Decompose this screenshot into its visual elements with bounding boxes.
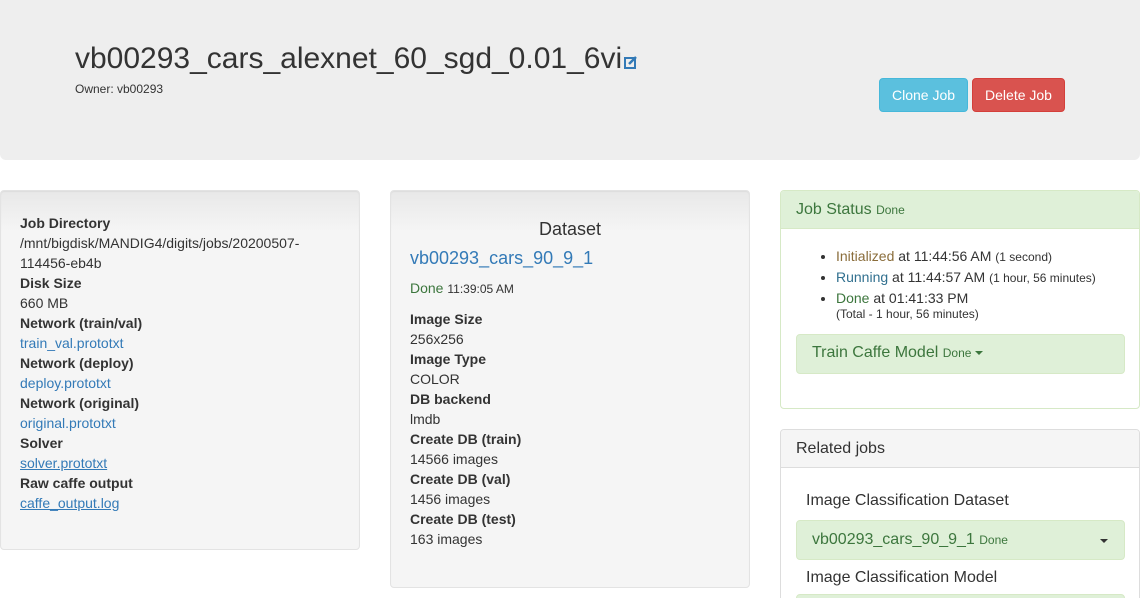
related-jobs-heading: Related jobs <box>781 430 1139 468</box>
clone-job-button[interactable]: Clone Job <box>879 78 968 112</box>
related-dataset-dropdown[interactable]: vb00293_cars_90_9_1 Done <box>796 520 1125 560</box>
network-deploy-label: Network (deploy) <box>20 355 134 371</box>
edit-icon[interactable] <box>624 55 638 69</box>
job-status-panel: Job Status Done Initialized at 11:44:56 … <box>780 190 1140 409</box>
status-done: Done at 01:41:33 PM <box>836 288 1096 308</box>
status-done-label: Done <box>836 290 870 306</box>
job-directory-label: Job Directory <box>20 215 111 231</box>
raw-caffe-output-label: Raw caffe output <box>20 475 133 491</box>
image-type-label: Image Type <box>410 351 486 367</box>
status-initialized-duration: (1 second) <box>995 250 1052 264</box>
related-model-heading: Image Classification Model <box>806 569 998 586</box>
create-db-test-label: Create DB (test) <box>410 511 516 527</box>
job-status-badge: Done <box>876 203 905 217</box>
delete-job-button[interactable]: Delete Job <box>972 78 1065 112</box>
db-backend-label: DB backend <box>410 391 491 407</box>
status-running-label: Running <box>836 269 889 285</box>
train-val-prototxt-link[interactable]: train_val.prototxt <box>20 335 124 351</box>
job-info-panel: Job Directory /mnt/bigdisk/MANDIG4/digit… <box>0 190 360 550</box>
status-initialized-time: at 11:44:56 AM <box>898 248 992 264</box>
related-jobs-panel: Related jobs Image Classification Datase… <box>780 429 1140 598</box>
train-caffe-model-dropdown[interactable]: Train Caffe Model Done <box>796 334 1125 374</box>
status-running-time: at 11:44:57 AM <box>892 269 986 285</box>
create-db-train-value: 14566 images <box>410 451 498 467</box>
status-total: (Total - 1 hour, 56 minutes) <box>836 307 979 321</box>
dataset-status: Done 11:39:05 AM <box>410 280 514 296</box>
caret-down-icon <box>975 350 984 355</box>
status-initialized: Initialized at 11:44:56 AM (1 second) <box>836 246 1096 267</box>
image-type-value: COLOR <box>410 371 460 387</box>
disk-size-label: Disk Size <box>20 275 82 291</box>
status-running-duration: (1 hour, 56 minutes) <box>989 271 1096 285</box>
caret-down-icon <box>1100 539 1108 543</box>
solver-label: Solver <box>20 435 63 451</box>
create-db-train-label: Create DB (train) <box>410 431 522 447</box>
job-directory-value: /mnt/bigdisk/MANDIG4/digits/jobs/2020050… <box>20 235 300 271</box>
job-status-title: Job Status <box>796 201 872 218</box>
image-size-value: 256x256 <box>410 331 464 347</box>
original-prototxt-link[interactable]: original.prototxt <box>20 415 116 431</box>
train-caffe-model-status: Done <box>942 346 972 360</box>
dataset-status-time: 11:39:05 AM <box>447 282 514 296</box>
solver-prototxt-link[interactable]: solver.prototxt <box>20 455 107 471</box>
caffe-output-log-link[interactable]: caffe_output.log <box>20 495 119 511</box>
status-done-time: at 01:41:33 PM <box>873 290 969 306</box>
create-db-val-value: 1456 images <box>410 491 491 507</box>
related-model-dropdown[interactable] <box>796 594 1125 598</box>
network-trainval-label: Network (train/val) <box>20 315 143 331</box>
image-size-label: Image Size <box>410 311 483 327</box>
related-dataset-name: vb00293_cars_90_9_1 <box>812 531 975 548</box>
job-title-text: vb00293_cars_alexnet_60_sgd_0.01_6vi <box>75 42 623 75</box>
dataset-link[interactable]: vb00293_cars_90_9_1 <box>410 248 593 269</box>
page-title: vb00293_cars_alexnet_60_sgd_0.01_6vi <box>75 42 638 76</box>
db-backend-value: lmdb <box>410 411 441 427</box>
network-original-label: Network (original) <box>20 395 140 411</box>
related-dataset-status: Done <box>979 533 1008 547</box>
dataset-info-list: Image Size 256x256 Image Type COLOR DB b… <box>410 309 521 549</box>
related-dataset-heading: Image Classification Dataset <box>806 492 1009 509</box>
dataset-status-text: Done <box>410 280 444 296</box>
job-header: vb00293_cars_alexnet_60_sgd_0.01_6vi Own… <box>0 0 1140 160</box>
status-running: Running at 11:44:57 AM (1 hour, 56 minut… <box>836 267 1096 288</box>
job-info-list: Job Directory /mnt/bigdisk/MANDIG4/digit… <box>20 213 320 513</box>
job-status-heading: Job Status Done <box>781 191 1139 229</box>
status-initialized-label: Initialized <box>836 248 895 264</box>
train-caffe-model-label: Train Caffe Model <box>812 344 939 361</box>
disk-size-value: 660 MB <box>20 295 69 311</box>
dataset-panel: Dataset vb00293_cars_90_9_1 Done 11:39:0… <box>390 190 750 588</box>
owner-label: Owner: vb00293 <box>75 82 164 96</box>
create-db-val-label: Create DB (val) <box>410 471 511 487</box>
deploy-prototxt-link[interactable]: deploy.prototxt <box>20 375 111 391</box>
status-history-list: Initialized at 11:44:56 AM (1 second) Ru… <box>836 246 1096 308</box>
create-db-test-value: 163 images <box>410 531 483 547</box>
dataset-heading: Dataset <box>538 219 602 239</box>
